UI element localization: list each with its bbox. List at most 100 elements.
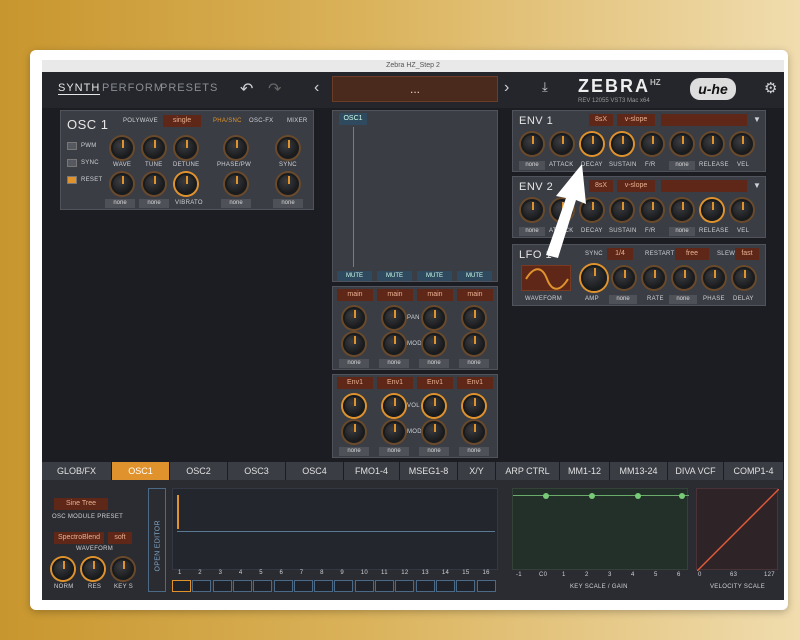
key-scale-display[interactable] xyxy=(512,488,689,570)
step-cell[interactable] xyxy=(172,580,191,592)
tab-mm1-12[interactable]: MM1-12 xyxy=(560,462,610,480)
velocity-scale-display[interactable] xyxy=(696,488,780,572)
vol-src-2[interactable]: none xyxy=(379,447,409,456)
pan-mod-knob-1[interactable] xyxy=(343,333,365,355)
tab-diva-vcf[interactable]: DIVA VCF xyxy=(668,462,724,480)
env1-vel-knob[interactable] xyxy=(731,133,753,155)
pan-knob-3[interactable] xyxy=(423,307,445,329)
waveform-value[interactable]: SpectroBlend xyxy=(54,532,104,544)
pan-knob-1[interactable] xyxy=(343,307,365,329)
key-s-knob[interactable] xyxy=(112,558,134,580)
step-cell[interactable] xyxy=(232,580,252,592)
preset-display[interactable]: ... xyxy=(332,76,498,102)
pan-src-2[interactable]: none xyxy=(379,359,409,368)
tab-glob-fx[interactable]: GLOB/FX xyxy=(42,462,112,480)
main-slot-4[interactable]: main xyxy=(457,289,493,301)
vol-knob-4[interactable] xyxy=(463,395,485,417)
lfo1-src-1[interactable]: none xyxy=(609,295,637,304)
sync-mod-knob[interactable] xyxy=(277,173,299,195)
next-preset-icon[interactable]: › xyxy=(504,79,509,97)
sync-switch[interactable] xyxy=(67,159,77,167)
mod-source-2[interactable]: none xyxy=(139,199,169,208)
env-slot-2[interactable]: Env1 xyxy=(377,377,413,389)
env-slot-3[interactable]: Env1 xyxy=(417,377,453,389)
env2-slope[interactable]: v-slope xyxy=(617,180,655,192)
lfo1-phase-knob[interactable] xyxy=(703,267,725,289)
vol-knob-2[interactable] xyxy=(383,395,405,417)
pan-mod-knob-4[interactable] xyxy=(463,333,485,355)
env1-sustain-knob[interactable] xyxy=(611,133,633,155)
tab-comp1-4[interactable]: COMP1-4 xyxy=(724,462,784,480)
mute-3[interactable]: MUTE xyxy=(417,271,452,281)
save-icon[interactable]: ⤓ xyxy=(542,79,548,95)
redo-icon[interactable]: ↷ xyxy=(268,79,281,99)
lfo1-amp-mod-knob[interactable] xyxy=(613,267,635,289)
module-preset-value[interactable]: Sine Tree xyxy=(54,498,108,510)
lfo1-rate-mod-knob[interactable] xyxy=(673,267,695,289)
tab-osc2[interactable]: OSC2 xyxy=(170,462,228,480)
res-knob[interactable] xyxy=(82,558,104,580)
sync-knob[interactable] xyxy=(277,137,299,159)
main-slot-3[interactable]: main xyxy=(417,289,453,301)
pan-src-3[interactable]: none xyxy=(419,359,449,368)
mod-source-4[interactable]: none xyxy=(273,199,303,208)
env-slot-4[interactable]: Env1 xyxy=(457,377,493,389)
lfo1-delay-knob[interactable] xyxy=(733,267,755,289)
undo-icon[interactable]: ↶ xyxy=(240,79,253,99)
vol-mod-knob-3[interactable] xyxy=(423,421,445,443)
tab-osc4[interactable]: OSC4 xyxy=(286,462,344,480)
vol-mod-knob-1[interactable] xyxy=(343,421,365,443)
reset-switch[interactable] xyxy=(67,176,77,184)
step-cell[interactable] xyxy=(334,580,354,592)
step-cell[interactable] xyxy=(212,580,232,592)
env1-menu-icon[interactable]: ▼ xyxy=(753,115,761,124)
mute-4[interactable]: MUTE xyxy=(457,271,492,281)
vol-src-3[interactable]: none xyxy=(419,447,449,456)
tab-fmo1-4[interactable]: FMO1-4 xyxy=(344,462,400,480)
nav-presets[interactable]: PRESETS xyxy=(160,82,218,94)
env2-release-knob[interactable] xyxy=(701,199,723,221)
lfo1-waveform-display[interactable] xyxy=(521,265,571,291)
step-cell[interactable] xyxy=(253,580,273,592)
tab-mseg1-8[interactable]: MSEG1-8 xyxy=(400,462,458,480)
env1-release-knob[interactable] xyxy=(701,133,723,155)
env2-fr-knob[interactable] xyxy=(641,199,663,221)
lfo1-amp-knob[interactable] xyxy=(581,265,607,291)
mod-knob-2[interactable] xyxy=(143,173,165,195)
env2-knob-5[interactable] xyxy=(671,199,693,221)
step-cell[interactable] xyxy=(354,580,374,592)
env1-knob-0[interactable] xyxy=(521,133,543,155)
step-cell[interactable] xyxy=(476,580,496,592)
tune-knob[interactable] xyxy=(143,137,165,159)
vol-mod-knob-4[interactable] xyxy=(463,421,485,443)
step-cell[interactable] xyxy=(415,580,435,592)
env1-knob-5[interactable] xyxy=(671,133,693,155)
vol-src-1[interactable]: none xyxy=(339,447,369,456)
env2-src-2[interactable]: none xyxy=(669,227,695,236)
open-editor-button[interactable]: OPEN EDITOR xyxy=(148,488,166,592)
step-cell[interactable] xyxy=(456,580,476,592)
lfo1-restart-value[interactable]: free xyxy=(675,248,709,260)
wave-knob[interactable] xyxy=(111,137,133,159)
vol-knob-3[interactable] xyxy=(423,395,445,417)
vol-knob-1[interactable] xyxy=(343,395,365,417)
step-cell[interactable] xyxy=(192,580,212,592)
tab-osc3[interactable]: OSC3 xyxy=(228,462,286,480)
env1-fr-knob[interactable] xyxy=(641,133,663,155)
step-cell[interactable] xyxy=(395,580,415,592)
step-cell[interactable] xyxy=(375,580,394,592)
env1-mode[interactable]: 8sX xyxy=(589,114,613,126)
tab-pha-snc[interactable]: PHA/SNC xyxy=(213,118,242,124)
tab-arp-ctrl[interactable]: ARP CTRL xyxy=(496,462,560,480)
lfo1-src-2[interactable]: none xyxy=(669,295,697,304)
phase-mod-knob[interactable] xyxy=(225,173,247,195)
lfo1-sync-value[interactable]: 1/4 xyxy=(607,248,633,260)
env-slot-1[interactable]: Env1 xyxy=(337,377,373,389)
tab-osc1[interactable]: OSC1 xyxy=(112,462,170,480)
prev-preset-icon[interactable]: ‹ xyxy=(314,79,319,97)
mod-knob-1[interactable] xyxy=(111,173,133,195)
nav-perform[interactable]: PERFORM xyxy=(102,82,164,94)
step-cell[interactable] xyxy=(293,580,313,592)
env1-decay-knob[interactable] xyxy=(581,133,603,155)
tab-osc-fx[interactable]: OSC-FX xyxy=(249,118,273,124)
